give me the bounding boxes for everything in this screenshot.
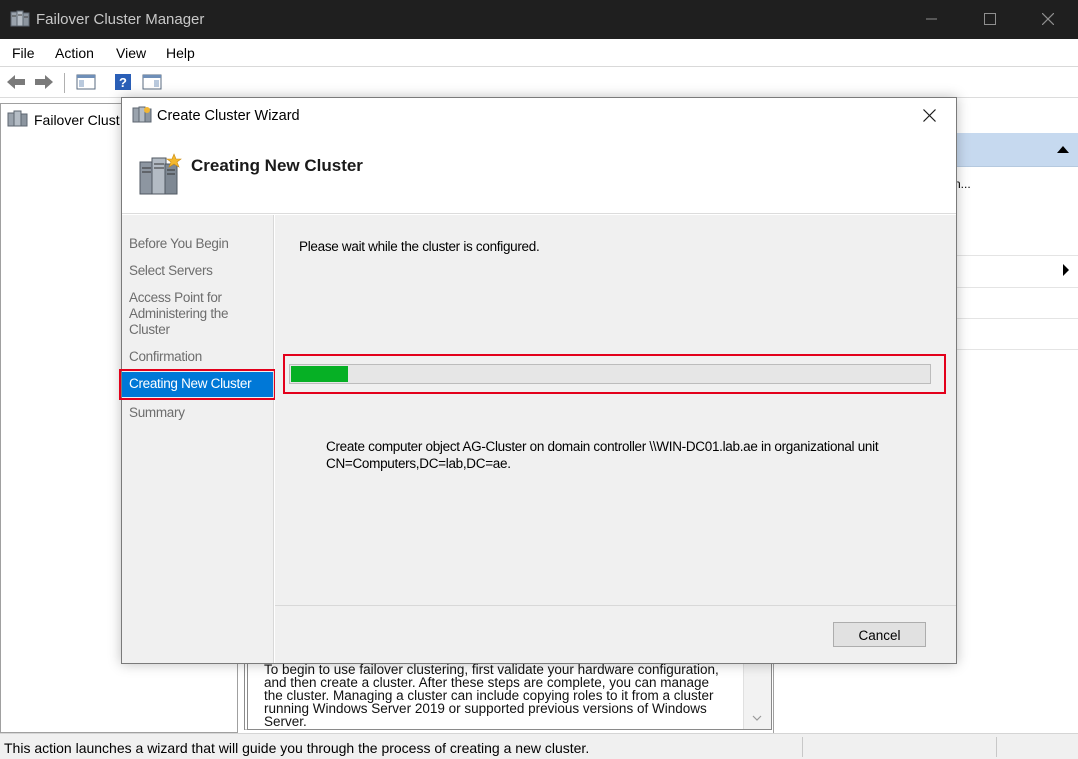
actions-divider — [954, 287, 1078, 288]
collapse-up-icon[interactable] — [1057, 145, 1069, 153]
actions-divider — [954, 255, 1078, 256]
wizard-heading: Creating New Cluster — [191, 156, 363, 175]
close-window-button[interactable] — [1020, 0, 1078, 39]
maximize-icon — [984, 13, 996, 25]
wait-message: Please wait while the cluster is configu… — [299, 239, 540, 254]
submenu-arrow-icon[interactable] — [1062, 263, 1070, 279]
progress-fill — [291, 366, 348, 382]
step-access-point: Access Point for Administering the Clust… — [129, 290, 229, 337]
step-select-servers: Select Servers — [129, 263, 213, 278]
progress-detail-message: Create computer object AG-Cluster on dom… — [326, 439, 879, 471]
minimize-icon — [926, 18, 937, 20]
tree-item-label: Failover Clust — [34, 112, 120, 128]
status-text: This action launches a wizard that will … — [4, 740, 590, 756]
failover-cluster-app-icon — [10, 10, 30, 28]
step-summary: Summary — [129, 405, 185, 420]
maximize-button[interactable] — [962, 0, 1020, 39]
close-icon — [923, 109, 936, 122]
failover-cluster-icon — [7, 110, 29, 131]
toolbar: ? — [0, 67, 1078, 98]
info-scrollbar[interactable] — [743, 661, 771, 729]
step-creating-new-cluster: Creating New Cluster — [119, 369, 276, 400]
forward-arrow-icon[interactable] — [34, 73, 54, 94]
menu-view[interactable]: View — [116, 45, 146, 61]
show-hide-tree-icon[interactable] — [76, 73, 96, 94]
close-icon — [1042, 13, 1054, 25]
wizard-header: Creating New Cluster — [122, 134, 956, 214]
step-confirmation: Confirmation — [129, 349, 202, 364]
show-hide-action-pane-icon[interactable] — [142, 73, 162, 94]
status-divider — [996, 737, 997, 757]
actions-divider — [954, 349, 1078, 350]
tree-item-failover-cluster-manager[interactable]: Failover Clust — [7, 110, 120, 131]
cluster-servers-icon — [138, 152, 184, 199]
wizard-steps-panel: Before You Begin Select Servers Access P… — [119, 215, 276, 663]
status-bar: This action launches a wizard that will … — [0, 733, 1078, 759]
status-divider — [802, 737, 803, 757]
create-cluster-wizard-dialog: Create Cluster Wizard Creating New Clust… — [119, 97, 957, 664]
getting-started-info-box: To begin to use failover clustering, fir… — [244, 660, 772, 730]
cancel-button[interactable]: Cancel — [833, 622, 926, 647]
chevron-down-icon[interactable] — [752, 715, 762, 722]
menu-help[interactable]: Help — [166, 45, 195, 61]
svg-text:?: ? — [119, 75, 127, 90]
wizard-titlebar: Create Cluster Wizard — [122, 98, 956, 134]
window-title: Failover Cluster Manager — [36, 11, 205, 28]
window-titlebar: Failover Cluster Manager — [0, 0, 1078, 39]
menu-bar: File Action View Help — [0, 39, 1078, 67]
toolbar-separator — [64, 73, 65, 93]
step-before-you-begin: Before You Begin — [129, 236, 229, 251]
wizard-close-button[interactable] — [910, 102, 950, 130]
back-arrow-icon[interactable] — [6, 73, 26, 94]
help-icon[interactable]: ? — [114, 73, 132, 94]
wizard-footer: Cancel — [275, 605, 956, 663]
minimize-button[interactable] — [904, 0, 962, 39]
actions-divider — [954, 318, 1078, 319]
getting-started-text: To begin to use failover clustering, fir… — [264, 662, 719, 729]
progress-bar — [289, 364, 931, 384]
wizard-app-icon — [132, 106, 152, 127]
wizard-content: Please wait while the cluster is configu… — [275, 215, 956, 605]
wizard-title: Create Cluster Wizard — [157, 108, 300, 124]
menu-action[interactable]: Action — [55, 45, 94, 61]
menu-file[interactable]: File — [12, 45, 35, 61]
